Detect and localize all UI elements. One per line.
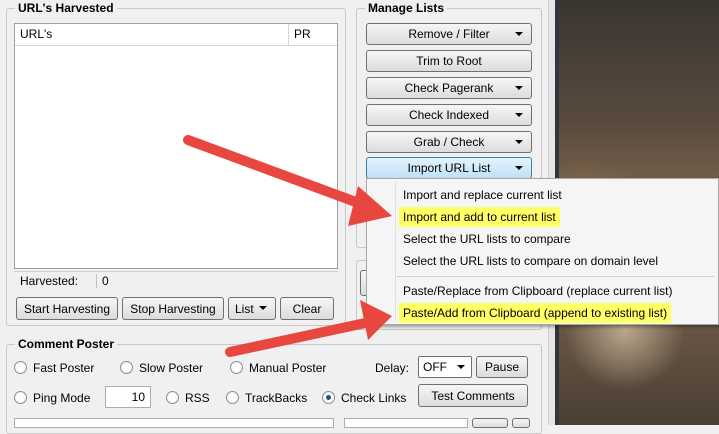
slow-poster-radio[interactable] xyxy=(120,361,133,374)
list-button-label: List xyxy=(235,301,254,316)
column-header-urls[interactable]: URL's xyxy=(15,24,289,46)
harvested-status-label: Harvested: xyxy=(20,274,79,288)
status-divider xyxy=(96,274,97,288)
harvested-status-bar: Harvested: 0 xyxy=(14,271,338,289)
chevron-down-icon xyxy=(457,365,465,369)
trim-to-root-label: Trim to Root xyxy=(416,54,482,68)
chevron-down-icon xyxy=(515,86,523,90)
manage-lists-title: Manage Lists xyxy=(365,1,448,15)
bottom-button-a[interactable] xyxy=(472,418,508,428)
bottom-field-left[interactable] xyxy=(14,418,334,428)
chevron-down-icon xyxy=(515,140,523,144)
menu-gutter xyxy=(395,181,396,322)
harvested-urls-table[interactable]: URL's PR xyxy=(14,23,338,269)
menu-item-import-replace[interactable]: Import and replace current list xyxy=(399,185,566,205)
check-links-label[interactable]: Check Links xyxy=(341,391,406,405)
test-comments-button[interactable]: Test Comments xyxy=(418,384,528,407)
comment-poster-title: Comment Poster xyxy=(15,337,118,351)
chevron-down-icon xyxy=(515,166,523,170)
fast-poster-radio[interactable] xyxy=(14,361,27,374)
trim-to-root-button[interactable]: Trim to Root xyxy=(366,50,532,72)
manual-poster-label[interactable]: Manual Poster xyxy=(249,361,326,375)
pause-button[interactable]: Pause xyxy=(476,356,528,378)
chevron-down-icon xyxy=(515,32,523,36)
harvested-group-title: URL's Harvested xyxy=(15,1,117,15)
check-pagerank-label: Check Pagerank xyxy=(404,81,494,95)
ping-mode-radio[interactable] xyxy=(14,391,27,404)
grab-check-button[interactable]: Grab / Check xyxy=(366,131,532,153)
remove-filter-label: Remove / Filter xyxy=(408,27,490,41)
chevron-down-icon xyxy=(515,113,523,117)
menu-item-select-compare-domain[interactable]: Select the URL lists to compare on domai… xyxy=(399,251,662,271)
rss-label[interactable]: RSS xyxy=(185,391,210,405)
fast-poster-label[interactable]: Fast Poster xyxy=(33,361,94,375)
trackbacks-radio[interactable] xyxy=(226,391,239,404)
check-pagerank-button[interactable]: Check Pagerank xyxy=(366,77,532,99)
delay-select[interactable]: OFF xyxy=(418,356,472,378)
rss-radio[interactable] xyxy=(166,391,179,404)
import-url-list-menu: Import and replace current list Import a… xyxy=(366,178,719,325)
list-dropdown-button[interactable]: List xyxy=(228,297,276,320)
threads-input[interactable]: 10 xyxy=(105,386,151,408)
check-indexed-label: Check Indexed xyxy=(408,108,490,122)
delay-label: Delay: xyxy=(375,361,410,375)
check-indexed-button[interactable]: Check Indexed xyxy=(366,104,532,126)
chevron-down-icon xyxy=(259,306,267,310)
slow-poster-label[interactable]: Slow Poster xyxy=(139,361,203,375)
import-url-list-button[interactable]: Import URL List xyxy=(366,157,532,179)
menu-item-select-compare[interactable]: Select the URL lists to compare xyxy=(399,229,575,249)
import-url-list-label: Import URL List xyxy=(407,161,491,175)
menu-item-paste-add[interactable]: Paste/Add from Clipboard (append to exis… xyxy=(399,303,672,323)
clear-button[interactable]: Clear xyxy=(280,297,334,320)
menu-item-paste-replace[interactable]: Paste/Replace from Clipboard (replace cu… xyxy=(399,281,676,301)
menu-separator xyxy=(397,276,714,277)
harvested-count: 0 xyxy=(102,274,109,288)
column-header-pr[interactable]: PR xyxy=(289,24,337,46)
grab-check-label: Grab / Check xyxy=(413,135,485,149)
remove-filter-button[interactable]: Remove / Filter xyxy=(366,23,532,45)
menu-item-import-add[interactable]: Import and add to current list xyxy=(399,207,560,227)
manual-poster-radio[interactable] xyxy=(230,361,243,374)
check-links-radio[interactable] xyxy=(322,391,335,404)
stop-harvesting-button[interactable]: Stop Harvesting xyxy=(122,297,224,320)
ping-mode-label[interactable]: Ping Mode xyxy=(33,391,90,405)
bottom-field-right[interactable] xyxy=(344,418,468,428)
bottom-button-b[interactable] xyxy=(512,418,530,428)
trackbacks-label[interactable]: TrackBacks xyxy=(245,391,307,405)
start-harvesting-button[interactable]: Start Harvesting xyxy=(16,297,118,320)
delay-value: OFF xyxy=(423,360,447,374)
